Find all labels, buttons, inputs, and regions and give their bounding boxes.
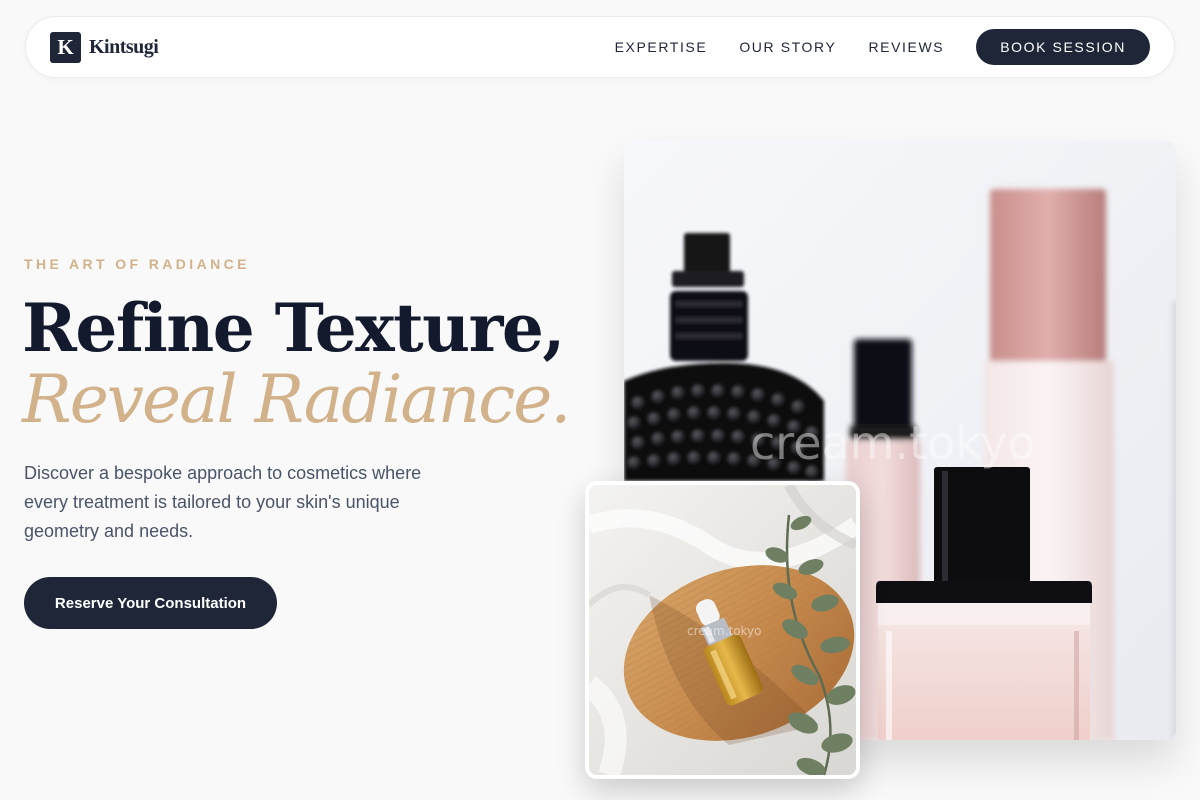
serum-tray-illustration: cream.tokyo (589, 485, 856, 775)
brand-logo[interactable]: K Kintsugi (50, 31, 159, 63)
hero-image-serum-tray: cream.tokyo (585, 481, 860, 779)
hero-eyebrow: THE ART OF RADIANCE (24, 256, 250, 272)
hero-headline-accent: Reveal Radiance. (22, 361, 571, 438)
hero-headline: Refine Texture, (22, 289, 565, 367)
brand-name: Kintsugi (89, 35, 159, 58)
brand-mark: K (50, 31, 81, 63)
watermark: cream.tokyo (687, 624, 762, 638)
hero-description: Discover a bespoke approach to cosmetics… (24, 463, 422, 541)
nav-links: EXPERTISE OUR STORY REVIEWS BOOK SESSION (615, 29, 1150, 65)
nav-link-expertise[interactable]: EXPERTISE (615, 39, 708, 55)
reserve-consultation-button[interactable]: Reserve Your Consultation (24, 577, 277, 629)
nav-link-our-story[interactable]: OUR STORY (739, 39, 836, 55)
book-session-button[interactable]: BOOK SESSION (976, 29, 1150, 65)
nav-link-reviews[interactable]: REVIEWS (868, 39, 944, 55)
navbar: K Kintsugi EXPERTISE OUR STORY REVIEWS B… (25, 16, 1175, 78)
watermark: cream.tokyo (750, 416, 1036, 470)
